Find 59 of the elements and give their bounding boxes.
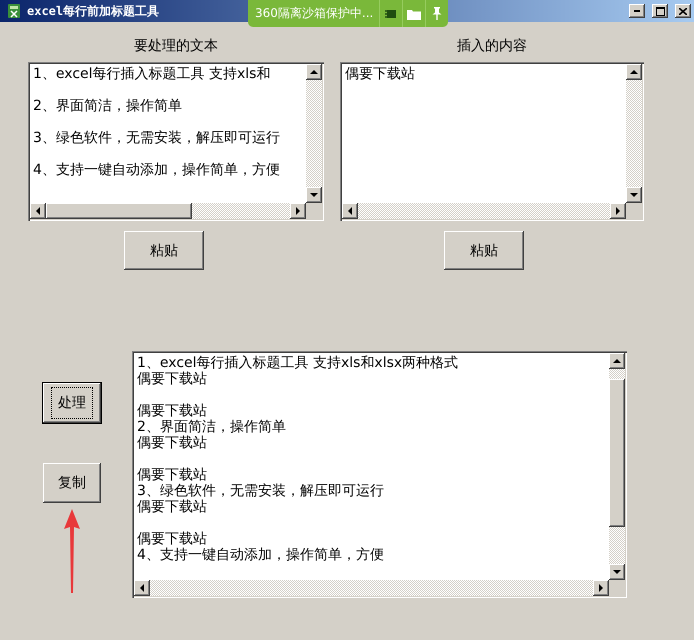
scroll-left-button[interactable] <box>342 203 358 219</box>
paste-button[interactable]: 粘贴 <box>444 231 524 270</box>
sandbox-status-text: 360隔离沙箱保护中... <box>254 5 374 22</box>
maximize-icon <box>656 6 664 16</box>
maximize-button[interactable] <box>652 4 668 18</box>
output-text-line: 偶要下载站 <box>137 403 208 419</box>
close-icon <box>679 8 687 14</box>
window-title: excel每行前加标题工具 <box>27 2 160 20</box>
scroll-up-button[interactable] <box>306 64 322 80</box>
left-triangle-icon <box>348 207 352 215</box>
up-triangle-icon <box>613 359 621 363</box>
scroll-thumb[interactable] <box>46 203 192 219</box>
panel-label: 插入的内容 <box>456 37 528 56</box>
scroll-up-button[interactable] <box>609 353 625 369</box>
output-text-line: 偶要下载站 <box>137 435 208 451</box>
up-triangle-icon <box>310 70 318 74</box>
minimize-button[interactable] <box>629 4 645 18</box>
scroll-thumb[interactable] <box>609 378 625 527</box>
output-text-line: 3、绿色软件，无需安装，解压即可运行 <box>137 483 385 499</box>
panel-label: 要处理的文本 <box>133 37 219 56</box>
source-text-line: 4、支持一键自动添加，操作简单，方便 <box>33 162 281 178</box>
down-triangle-icon <box>310 193 318 197</box>
paste-button[interactable]: 粘贴 <box>124 231 204 270</box>
left-triangle-icon <box>36 207 40 215</box>
down-triangle-icon <box>630 193 638 197</box>
output-text-line: 偶要下载站 <box>137 531 208 547</box>
output-text-line: 偶要下载站 <box>137 371 208 387</box>
minimize-icon <box>634 10 640 12</box>
copy-button[interactable]: 复制 <box>43 463 101 503</box>
scroll-down-button[interactable] <box>609 564 625 580</box>
scroll-down-button[interactable] <box>306 187 322 203</box>
insert-text-line: 偶要下载站 <box>345 66 416 82</box>
right-triangle-icon <box>599 584 603 592</box>
scroll-right-button[interactable] <box>593 580 609 596</box>
close-button[interactable] <box>675 4 691 18</box>
scroll-left-button[interactable] <box>30 203 46 219</box>
scroll-down-button[interactable] <box>626 187 642 203</box>
right-triangle-icon <box>296 207 300 215</box>
scroll-left-button[interactable] <box>134 580 150 596</box>
down-triangle-icon <box>613 570 621 574</box>
scrollbar-corner <box>306 203 322 219</box>
output-text-line: 1、excel每行插入标题工具 支持xls和xlsx两种格式 <box>137 355 460 371</box>
right-triangle-icon <box>616 207 620 215</box>
scroll-up-button[interactable] <box>626 64 642 80</box>
output-text-line: 4、支持一键自动添加，操作简单，方便 <box>137 547 385 563</box>
left-triangle-icon <box>140 584 144 592</box>
source-text-line: 2、界面简洁，操作简单 <box>33 98 183 114</box>
scrollbar-corner <box>626 203 642 219</box>
output-text-line: 偶要下载站 <box>137 467 208 483</box>
scroll-right-button[interactable] <box>290 203 306 219</box>
spreadsheet-icon <box>6 3 22 19</box>
scrollbar-corner <box>609 580 625 596</box>
source-text-line: 1、excel每行插入标题工具 支持xls和 <box>33 66 272 82</box>
output-text-line: 偶要下载站 <box>137 499 208 515</box>
source-text-line: 3、绿色软件，无需安装，解压即可运行 <box>33 130 281 146</box>
process-button[interactable]: 处理 <box>43 383 101 423</box>
scroll-right-button[interactable] <box>610 203 626 219</box>
output-text-line: 2、界面简洁，操作简单 <box>137 419 287 435</box>
up-triangle-icon <box>630 70 638 74</box>
